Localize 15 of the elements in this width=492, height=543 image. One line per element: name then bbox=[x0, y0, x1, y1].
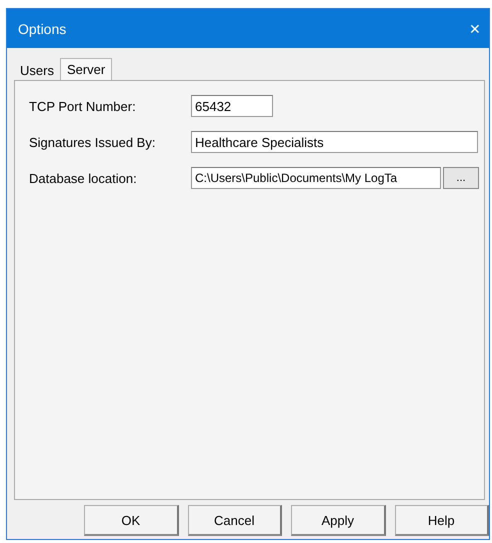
input-field[interactable]: C:\Users\Public\Documents\My LogTa bbox=[191, 167, 441, 189]
dialog-button[interactable]: Apply bbox=[291, 505, 386, 536]
browse-button[interactable]: ... bbox=[443, 167, 479, 189]
dialog-button[interactable]: OK bbox=[84, 505, 178, 536]
input-field[interactable]: 65432 bbox=[191, 95, 273, 117]
dialog-button[interactable]: Help bbox=[394, 505, 489, 536]
field-label: Signatures Issued By: bbox=[29, 134, 156, 150]
close-button[interactable]: ✕ bbox=[469, 20, 481, 36]
input-field[interactable]: Healthcare Specialists bbox=[191, 131, 478, 153]
tab[interactable]: Users bbox=[14, 60, 60, 80]
field-label: Database location: bbox=[29, 170, 138, 186]
tab[interactable]: Server bbox=[60, 58, 112, 80]
dialog-button[interactable]: Cancel bbox=[188, 505, 282, 536]
window-title: Options bbox=[18, 20, 66, 36]
field-label: TCP Port Number: bbox=[29, 98, 137, 114]
